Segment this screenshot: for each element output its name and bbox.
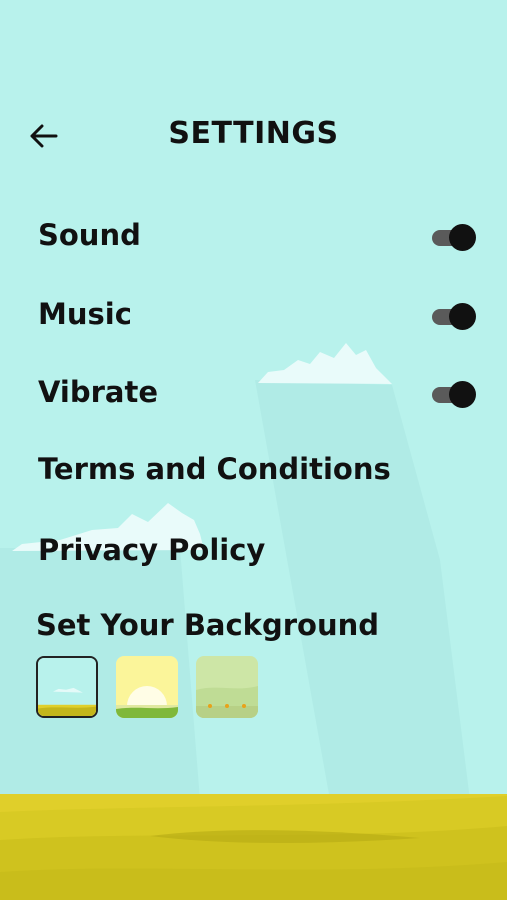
music-label: Music [38, 297, 132, 331]
terms-label: Terms and Conditions [38, 452, 391, 486]
background-section-title: Set Your Background [36, 608, 380, 642]
toggle-knob [449, 303, 476, 330]
sunrise-thumbnail [116, 656, 178, 718]
background-options [36, 656, 276, 720]
background-option-sky[interactable] [36, 656, 98, 718]
sound-label: Sound [38, 218, 141, 252]
background-option-sunrise[interactable] [116, 656, 178, 718]
music-toggle[interactable] [430, 301, 478, 331]
header: SETTINGS [0, 108, 507, 164]
setting-row-sound: Sound [38, 212, 478, 262]
meadow-thumbnail [196, 656, 258, 718]
sound-toggle[interactable] [430, 222, 478, 252]
toggle-knob [449, 224, 476, 251]
background-option-meadow[interactable] [196, 656, 258, 718]
privacy-label: Privacy Policy [38, 533, 266, 567]
terms-link[interactable]: Terms and Conditions [38, 446, 478, 496]
setting-row-vibrate: Vibrate [38, 369, 478, 419]
privacy-link[interactable]: Privacy Policy [38, 527, 478, 577]
sky-thumbnail [38, 658, 96, 716]
vibrate-label: Vibrate [38, 375, 159, 409]
setting-row-music: Music [38, 291, 478, 341]
vibrate-toggle[interactable] [430, 379, 478, 409]
page-title: SETTINGS [168, 116, 339, 151]
toggle-knob [449, 381, 476, 408]
